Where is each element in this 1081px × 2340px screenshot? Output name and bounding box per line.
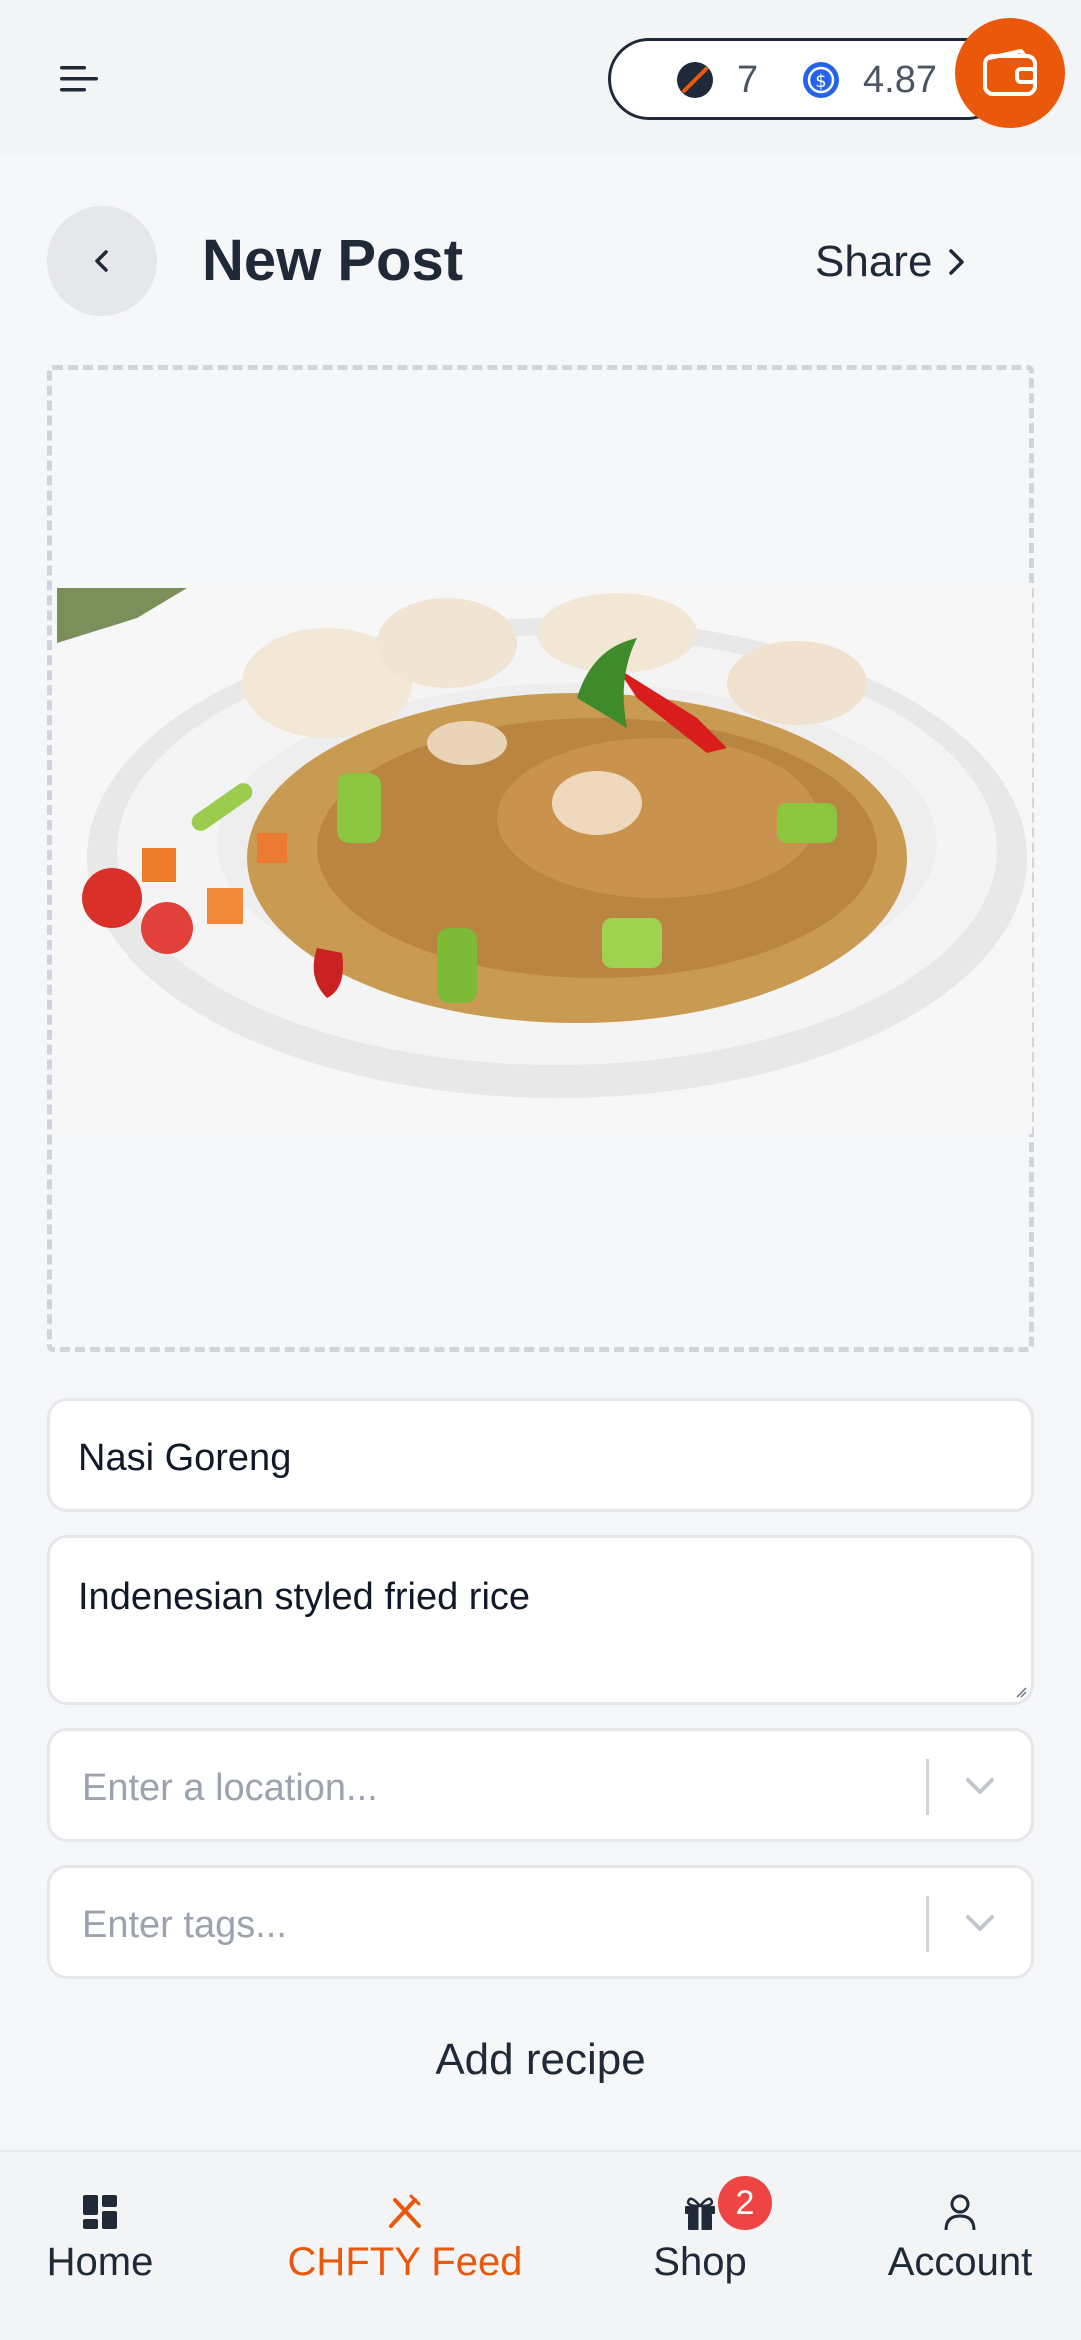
post-description-textarea[interactable]: Indenesian styled fried rice [47, 1535, 1034, 1705]
fork-knife-icon [389, 2194, 421, 2228]
image-upload-area[interactable] [47, 365, 1034, 1352]
coins-balance: $ 4.87 [801, 58, 937, 101]
post-description-value: Indenesian styled fried rice [78, 1576, 531, 1618]
chevron-down-icon[interactable] [960, 1908, 1000, 1938]
grid-icon [83, 2195, 117, 2229]
nav-label-shop: Shop [653, 2240, 747, 2284]
points-balance: 7 [675, 58, 759, 101]
nav-item-shop[interactable]: 2 Shop [630, 2176, 772, 2312]
nav-label-home: Home [46, 2240, 154, 2284]
cart-badge: 2 [718, 2176, 772, 2230]
select-separator [926, 1896, 929, 1952]
page-title: New Post [202, 228, 464, 293]
balance-pill[interactable]: 7 $ 4.87 [608, 38, 1008, 120]
chevron-right-icon [949, 249, 965, 275]
points-icon [677, 62, 713, 98]
add-recipe-button[interactable]: Add recipe [0, 2035, 1081, 2085]
nav-label-chfty-feed: CHFTY Feed [287, 2240, 523, 2284]
resize-handle-icon[interactable] [1015, 1686, 1027, 1698]
location-select[interactable]: Enter a location... [47, 1728, 1034, 1842]
wallet-button[interactable] [955, 18, 1065, 128]
location-placeholder: Enter a location... [82, 1767, 378, 1809]
menu-icon[interactable] [58, 64, 100, 94]
top-bar: 7 $ 4.87 [0, 0, 1081, 156]
wallet-icon [983, 49, 1037, 96]
select-separator [926, 1759, 929, 1815]
points-value: 7 [737, 58, 759, 101]
gift-icon [685, 2197, 715, 2230]
chevron-down-icon[interactable] [960, 1771, 1000, 1801]
back-button[interactable] [47, 206, 157, 316]
bottom-nav: Home CHFTY Feed 2 Shop Account [0, 2150, 1081, 2340]
svg-text:$: $ [815, 71, 826, 92]
tags-placeholder: Enter tags... [82, 1904, 287, 1946]
nav-label-account: Account [887, 2240, 1033, 2284]
nav-item-home[interactable]: Home [30, 2192, 170, 2312]
nav-item-chfty-feed[interactable]: CHFTY Feed [280, 2192, 530, 2312]
post-title-input[interactable]: Nasi Goreng [47, 1398, 1034, 1512]
tags-select[interactable]: Enter tags... [47, 1865, 1034, 1979]
coin-icon: $ [803, 62, 839, 98]
share-label: Share [815, 237, 933, 286]
user-icon [944, 2194, 976, 2231]
nav-item-account[interactable]: Account [870, 2192, 1050, 2312]
share-button[interactable]: Share [815, 232, 968, 292]
chevron-left-icon [95, 250, 108, 272]
coins-value: 4.87 [863, 58, 937, 101]
post-title-value: Nasi Goreng [78, 1437, 292, 1479]
food-photo [57, 588, 1032, 1134]
